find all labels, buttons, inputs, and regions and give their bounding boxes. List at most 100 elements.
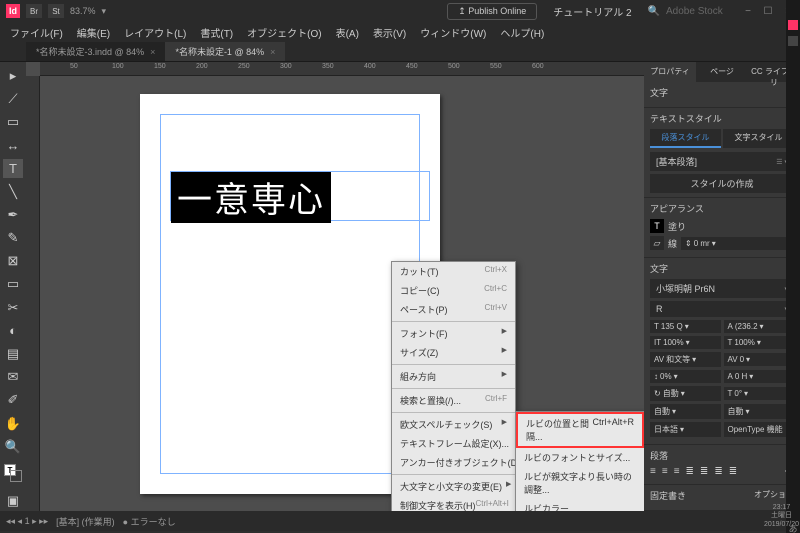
fill-stroke-swatch[interactable]: T [4,464,22,481]
rect-tool[interactable]: ▭ [3,275,23,294]
transform-tool[interactable]: ◐ [3,321,23,340]
menu-item[interactable]: フォント(F) [392,324,515,343]
menu-item[interactable]: カット(T)Ctrl+X [392,262,515,281]
fill-label: 塗り [668,220,686,233]
align-center[interactable]: ≡ [662,466,668,477]
tab-properties[interactable]: プロパティ [644,62,696,82]
doc-tab-1[interactable]: *名称未設定-1 @ 84%× [165,42,285,61]
menu-item[interactable]: 欧文スペルチェック(S) [392,415,515,434]
justify-4[interactable]: ≣ [729,466,737,477]
properties-panel: プロパティ ページ CC ライブラリ 文字 テキストスタイル 段落スタイル 文字… [644,62,800,511]
justify-1[interactable]: ≣ [686,466,694,477]
canvas[interactable]: 50100150200250300350400450500550600 一意専心… [26,62,644,511]
align-right[interactable]: ≡ [674,466,680,477]
menu-item[interactable]: 組み方向 [392,367,515,386]
note-tool[interactable]: ✉ [3,368,23,387]
clock: 23:17土曜日2019/07/20 [764,504,799,529]
rect-frame-tool[interactable]: ⊠ [3,252,23,271]
page-tool[interactable]: ▭ [3,112,23,131]
selection-tool[interactable]: ▸ [3,66,23,85]
view-mode[interactable]: ▣ [3,492,23,511]
menu-item[interactable]: コピー(C)Ctrl+C [392,281,515,300]
menu-item[interactable]: 書式(T) [194,23,239,42]
auto1[interactable]: 自動 ▾ [650,404,721,419]
appearance-heading: アピアランス [650,202,794,215]
line-tool[interactable]: ╲ [3,182,23,201]
menu-item[interactable]: レイアウト(L) [118,23,192,42]
menu-item[interactable]: 編集(E) [71,23,116,42]
preflight[interactable]: ● エラーなし [123,515,176,528]
tab-para-style[interactable]: 段落スタイル [650,129,721,148]
justify-3[interactable]: ≣ [714,466,722,477]
lang[interactable]: 日本語 ▾ [650,422,721,437]
submenu-item[interactable]: ルビカラー... [516,499,644,511]
menu-item[interactable]: ファイル(F) [4,23,69,42]
gap-tool[interactable]: ↔ [3,136,23,155]
tab-pages[interactable]: ページ [696,62,748,82]
zoom-dd[interactable]: ▾ [102,6,107,17]
justify-2[interactable]: ≣ [700,466,708,477]
submenu-item[interactable]: ルビの位置と間隔...Ctrl+Alt+R [516,412,644,448]
font-size[interactable]: T 135 Q ▾ [650,320,721,333]
zoom-tool[interactable]: 🔍 [3,437,23,456]
br-icon[interactable]: Br [26,4,42,18]
scissors-tool[interactable]: ✂ [3,298,23,317]
doc-tab-0[interactable]: *名称未設定-3.indd @ 84%× [26,42,165,61]
tab-char-style[interactable]: 文字スタイル [723,129,794,148]
auto2[interactable]: 自動 ▾ [724,404,795,419]
hand-tool[interactable]: ✋ [3,414,23,433]
type-tool[interactable]: T [3,159,23,178]
rot2[interactable]: T 0° ▾ [724,387,795,400]
menu-item[interactable]: オブジェクト(O) [241,23,327,42]
kerning[interactable]: AV 和文等 ▾ [650,352,721,367]
leading[interactable]: A (236.2 ▾ [724,320,795,333]
menu-item[interactable]: 検索と置換(/)...Ctrl+F [392,391,515,410]
layer-dropdown[interactable]: [基本] (作業用) [56,515,115,528]
bshift[interactable]: A 0 H ▾ [724,370,795,383]
menu-item[interactable]: サイズ(Z) [392,343,515,362]
tray-icon[interactable] [788,20,798,30]
search-input[interactable]: Adobe Stock [666,6,736,17]
menu-bar: ファイル(F)編集(E)レイアウト(L)書式(T)オブジェクト(O)表(A)表示… [0,22,800,42]
page-nav[interactable]: ◂◂ ◂ 1 ▸ ▸▸ [6,516,48,527]
tracking[interactable]: AV 0 ▾ [724,353,795,366]
menu-item[interactable]: ペースト(P)Ctrl+V [392,300,515,319]
fill-swatch[interactable]: T [650,219,664,233]
submenu-item[interactable]: ルビが親文字より長い時の調整... [516,467,644,499]
tutorial-link[interactable]: チュートリアル 2 [553,4,631,19]
baseline[interactable]: ↕ 0% ▾ [650,370,721,383]
direct-selection-tool[interactable]: ⟋ [3,89,23,108]
tray-icon[interactable] [788,36,798,46]
opentype-button[interactable]: OpenType 機能 [724,422,795,437]
text-frame[interactable]: 一意専心 [170,171,430,221]
align-left[interactable]: ≡ [650,466,656,477]
hscale[interactable]: T 100% ▾ [724,336,795,349]
font-dropdown[interactable]: 小塚明朝 Pr6N▾ [650,279,794,298]
stroke-swatch[interactable]: ▱ [650,236,664,250]
stroke-width[interactable]: ⇕0 mr▾ [681,237,794,250]
pen-tool[interactable]: ✒ [3,205,23,224]
zoom-level[interactable]: 83.7% [70,6,96,16]
menu-item[interactable]: 大文字と小文字の変更(E) [392,477,515,496]
submenu-item[interactable]: ルビのフォントとサイズ... [516,448,644,467]
menu-item[interactable]: アンカー付きオブジェクト(D) [392,453,515,472]
menu-item[interactable]: テキストフレーム設定(X)... [392,434,515,453]
weight-dropdown[interactable]: R▾ [650,301,794,317]
menu-item[interactable]: 制御文字を表示(H)Ctrl+Alt+I [392,496,515,511]
menu-item[interactable]: 表示(V) [367,23,412,42]
publish-button[interactable]: ↥ Publish Online [447,3,537,20]
st-icon[interactable]: St [48,4,64,18]
selected-text[interactable]: 一意専心 [171,172,331,223]
menu-item[interactable]: ウィンドウ(W) [414,23,492,42]
rot1[interactable]: ↻ 自動 ▾ [650,386,721,401]
pencil-tool[interactable]: ✎ [3,228,23,247]
vscale[interactable]: IT 100% ▾ [650,336,721,349]
make-style-button[interactable]: スタイルの作成 [650,174,794,193]
maximize-button[interactable]: ☐ [762,6,774,17]
para-style-dropdown[interactable]: [基本段落]☰ ▾ [650,152,794,171]
menu-item[interactable]: 表(A) [330,23,365,42]
eyedropper-tool[interactable]: ✐ [3,391,23,410]
menu-item[interactable]: ヘルプ(H) [494,23,550,42]
minimize-button[interactable]: − [742,6,754,17]
gradient-tool[interactable]: ▤ [3,344,23,363]
